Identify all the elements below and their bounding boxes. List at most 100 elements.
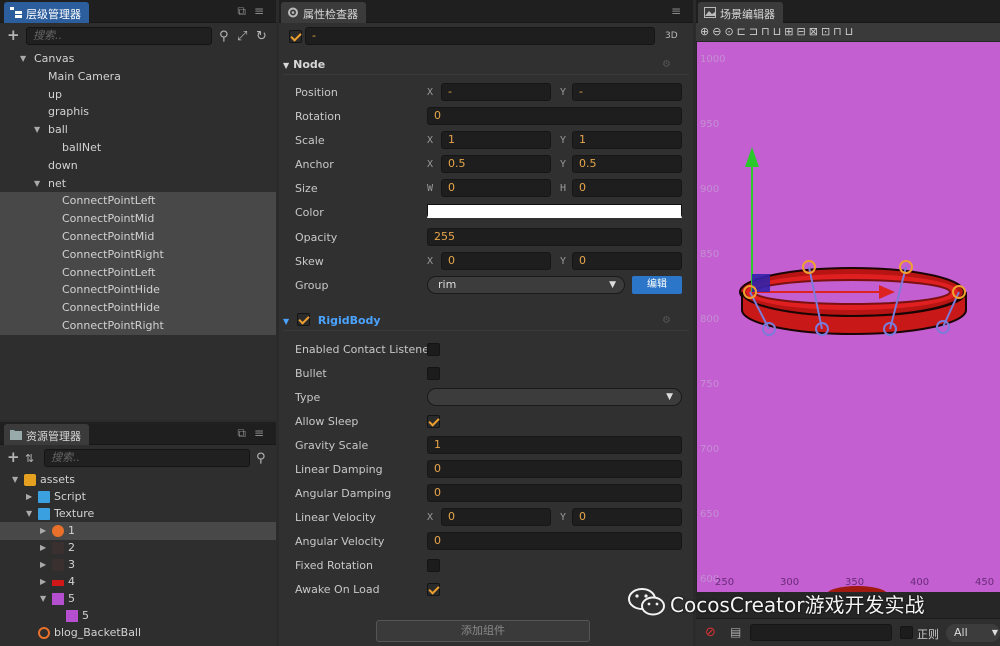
group-edit-button[interactable]: 编辑 xyxy=(632,276,682,294)
asset-item[interactable]: ▼ assets xyxy=(0,471,276,489)
skew-x-input[interactable]: 0 xyxy=(441,252,551,270)
asset-item[interactable]: 5 xyxy=(0,607,276,625)
hierarchy-node[interactable]: graphis xyxy=(0,103,276,121)
log-level-select[interactable]: All ▼ xyxy=(946,624,1000,642)
allow-sleep-checkbox[interactable] xyxy=(427,415,440,428)
expand-icon[interactable]: ⤢ xyxy=(237,30,247,43)
assets-search-input[interactable]: 搜索.. xyxy=(44,449,250,467)
rigidbody-enabled-checkbox[interactable] xyxy=(297,313,310,326)
distribute-top-icon[interactable]: ⊓ xyxy=(833,25,845,38)
awake-on-load-checkbox[interactable] xyxy=(427,583,440,596)
hierarchy-node[interactable]: ▼ ball xyxy=(0,121,276,139)
anchor-x-input[interactable]: 0.5 xyxy=(441,155,551,173)
expand-arrow-icon[interactable]: ▼ xyxy=(26,505,34,523)
node-active-checkbox[interactable] xyxy=(289,30,302,43)
linear-damping-input[interactable]: 0 xyxy=(427,460,682,478)
angular-velocity-input[interactable]: 0 xyxy=(427,532,682,550)
assets-tab-tools[interactable]: ⧉≡ xyxy=(237,426,272,441)
hierarchy-search-input[interactable]: 搜索.. xyxy=(26,27,212,45)
hierarchy-node[interactable]: Main Camera xyxy=(0,68,276,86)
hierarchy-node[interactable]: ballNet xyxy=(0,139,276,157)
align-center-icon[interactable]: ⊐ xyxy=(749,25,761,38)
hierarchy-node[interactable]: ▼ net xyxy=(0,175,276,193)
inspector-tab-tools[interactable]: ≡ xyxy=(671,4,689,18)
align-right-icon[interactable]: ⊓ xyxy=(761,25,773,38)
color-swatch[interactable] xyxy=(427,204,682,218)
asset-item[interactable]: ▶ 3 xyxy=(0,556,276,574)
gear-icon[interactable]: ⚙ xyxy=(662,311,671,331)
linear-velocity-x-input[interactable]: 0 xyxy=(441,508,551,526)
scale-y-input[interactable]: 1 xyxy=(572,131,682,149)
distribute-v-icon[interactable]: ⊡ xyxy=(821,25,833,38)
position-x-input[interactable]: - xyxy=(441,83,551,101)
align-bottom-icon[interactable]: ⊟ xyxy=(797,25,809,38)
asset-item[interactable]: ▶ 2 xyxy=(0,539,276,557)
tab-inspector[interactable]: 属性检查器 xyxy=(281,2,366,23)
asset-item[interactable]: ▶ 1 xyxy=(0,522,276,540)
hierarchy-node[interactable]: ConnectPointHide xyxy=(0,281,276,300)
zoom-in-icon[interactable]: ⊕ xyxy=(700,25,712,38)
refresh-icon[interactable]: ↻ xyxy=(256,30,267,43)
tab-hierarchy[interactable]: 层级管理器 xyxy=(4,2,89,23)
mode-3d-label[interactable]: 3D xyxy=(665,31,678,41)
hierarchy-node[interactable]: ConnectPointLeft xyxy=(0,192,276,211)
hierarchy-node[interactable]: up xyxy=(0,86,276,104)
rotation-input[interactable]: 0 xyxy=(427,107,682,125)
hierarchy-node[interactable]: ConnectPointLeft xyxy=(0,263,276,282)
expand-arrow-icon[interactable]: ▶ xyxy=(40,522,48,540)
hierarchy-node[interactable]: ConnectPointRight xyxy=(0,245,276,264)
expand-arrow-icon[interactable]: ▼ xyxy=(20,50,28,68)
search-icon[interactable]: ⚲ xyxy=(219,30,229,43)
expand-arrow-icon[interactable]: ▼ xyxy=(34,121,42,139)
add-component-button[interactable]: 添加组件 xyxy=(376,620,590,642)
skew-y-input[interactable]: 0 xyxy=(572,252,682,270)
align-top-icon[interactable]: ⊔ xyxy=(773,25,785,38)
search-icon[interactable]: ⚲ xyxy=(256,452,266,465)
hierarchy-tab-tools[interactable]: ⧉≡ xyxy=(237,4,272,19)
add-icon[interactable]: + xyxy=(7,450,20,465)
angular-damping-input[interactable]: 0 xyxy=(427,484,682,502)
asset-item[interactable]: ▼ 5 xyxy=(0,590,276,608)
asset-item[interactable]: ▶ 4 xyxy=(0,573,276,591)
regex-checkbox[interactable] xyxy=(900,626,913,639)
asset-item[interactable]: ▼ Texture xyxy=(0,505,276,523)
hierarchy-node[interactable]: ConnectPointMid xyxy=(0,228,276,246)
zoom-out-icon[interactable]: ⊖ xyxy=(712,25,724,38)
add-icon[interactable]: + xyxy=(7,28,20,43)
hierarchy-node[interactable]: ▼ Canvas xyxy=(0,50,276,68)
clear-icon[interactable]: ⊘ xyxy=(705,625,716,640)
opacity-input[interactable]: 255 xyxy=(427,228,682,246)
align-left-icon[interactable]: ⊏ xyxy=(737,25,749,38)
expand-arrow-icon[interactable]: ▼ xyxy=(34,175,42,193)
bullet-checkbox[interactable] xyxy=(427,367,440,380)
anchor-y-input[interactable]: 0.5 xyxy=(572,155,682,173)
distribute-bottom-icon[interactable]: ⊔ xyxy=(845,25,857,38)
expand-arrow-icon[interactable]: ▼ xyxy=(12,471,20,489)
asset-item[interactable]: ▶ Script xyxy=(0,488,276,506)
enabled-contact-listener-checkbox[interactable] xyxy=(427,343,440,356)
expand-arrow-icon[interactable]: ▼ xyxy=(40,590,48,608)
scene-viewport[interactable]: 1000 950 900 850 800 750 700 650 600 250 300 350 40… xyxy=(697,42,1000,592)
expand-arrow-icon[interactable]: ▶ xyxy=(26,488,34,506)
size-w-input[interactable]: 0 xyxy=(441,179,551,197)
net-rim-object[interactable] xyxy=(697,42,1000,592)
hierarchy-node[interactable]: down xyxy=(0,157,276,175)
hierarchy-node[interactable]: ConnectPointHide xyxy=(0,299,276,318)
size-h-input[interactable]: 0 xyxy=(572,179,682,197)
expand-arrow-icon[interactable]: ▶ xyxy=(40,539,48,557)
scale-x-input[interactable]: 1 xyxy=(441,131,551,149)
align-middle-icon[interactable]: ⊞ xyxy=(784,25,796,38)
tab-assets[interactable]: 资源管理器 xyxy=(4,424,89,445)
gear-icon[interactable]: ⚙ xyxy=(662,55,671,75)
node-name-input[interactable]: - xyxy=(305,27,655,45)
tab-scene[interactable]: 场景编辑器 xyxy=(698,2,783,23)
linear-velocity-y-input[interactable]: 0 xyxy=(572,508,682,526)
hierarchy-node[interactable]: ConnectPointMid xyxy=(0,210,276,229)
asset-item[interactable]: blog_BacketBall xyxy=(0,624,276,642)
type-select[interactable]: ▼ xyxy=(427,388,682,406)
expand-arrow-icon[interactable]: ▶ xyxy=(40,556,48,574)
group-select[interactable]: rim ▼ xyxy=(427,276,625,294)
hierarchy-node[interactable]: ConnectPointRight xyxy=(0,317,276,335)
file-icon[interactable]: ▤ xyxy=(730,625,741,639)
node-section-header[interactable]: ▼ Node ⚙ xyxy=(283,55,689,75)
